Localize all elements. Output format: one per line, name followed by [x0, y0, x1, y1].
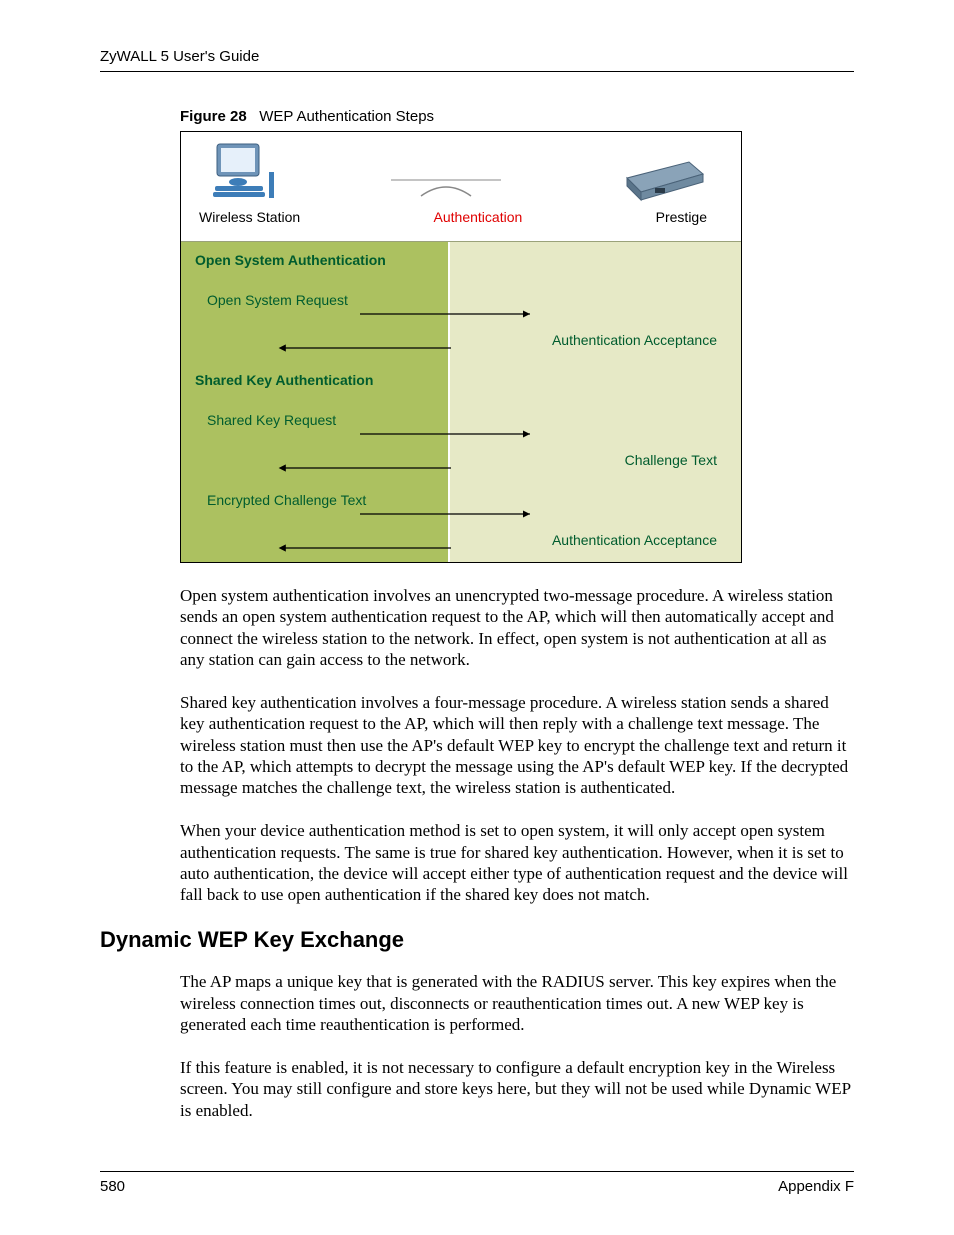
open-accept-text: Authentication Acceptance — [464, 332, 727, 348]
figure-label: Figure 28 — [180, 108, 247, 125]
encrypted-challenge-text: Encrypted Challenge Text — [207, 492, 366, 508]
open-accept-right: Authentication Acceptance — [450, 322, 741, 362]
challenge-right: Challenge Text — [450, 442, 741, 482]
shared-header-right — [450, 362, 741, 402]
figure-title: WEP Authentication Steps — [259, 108, 434, 125]
encrypted-right — [450, 482, 741, 522]
open-request-right — [450, 282, 741, 322]
paragraph-5: If this feature is enabled, it is not ne… — [180, 1057, 854, 1121]
shared-key-request-text: Shared Key Request — [207, 412, 336, 428]
figure-diagram: Wireless Station Authentication Prestige… — [180, 131, 742, 563]
page-number: 580 — [100, 1178, 125, 1195]
challenge-left-row — [181, 442, 448, 482]
auth-steps-table: Open System Authentication Open System R… — [181, 241, 741, 562]
shared-accept-left-row — [181, 522, 448, 562]
main-content: Figure 28 WEP Authentication Steps — [180, 108, 854, 1121]
shared-accept-text: Authentication Acceptance — [464, 532, 727, 548]
paragraph-3: When your device authentication method i… — [180, 820, 854, 905]
body-text-block-1: Open system authentication involves an u… — [180, 585, 854, 905]
shared-accept-right: Authentication Acceptance — [450, 522, 741, 562]
label-prestige: Prestige — [656, 209, 707, 225]
label-wireless-station: Wireless Station — [199, 209, 300, 225]
running-header: ZyWALL 5 User's Guide — [100, 48, 854, 72]
paragraph-4: The AP maps a unique key that is generat… — [180, 971, 854, 1035]
shared-key-header: Shared Key Authentication — [181, 362, 448, 402]
paragraph-2: Shared key authentication involves a fou… — [180, 692, 854, 798]
wave-icon — [391, 174, 501, 205]
challenge-text-label: Challenge Text — [464, 452, 727, 468]
open-accept-left-row — [181, 322, 448, 362]
router-icon — [615, 158, 705, 205]
open-header-right — [450, 242, 741, 282]
section-heading-dynamic-wep: Dynamic WEP Key Exchange — [100, 927, 854, 953]
shared-request-right — [450, 402, 741, 442]
page-footer: 580 Appendix F — [100, 1171, 854, 1195]
computer-icon — [211, 142, 277, 205]
body-text-block-2: The AP maps a unique key that is generat… — [180, 971, 854, 1121]
figure-caption: Figure 28 WEP Authentication Steps — [180, 108, 854, 125]
label-authentication: Authentication — [434, 209, 523, 225]
open-system-request-text: Open System Request — [207, 292, 348, 308]
open-system-header: Open System Authentication — [181, 242, 448, 282]
footer-section: Appendix F — [778, 1178, 854, 1195]
paragraph-1: Open system authentication involves an u… — [180, 585, 854, 670]
